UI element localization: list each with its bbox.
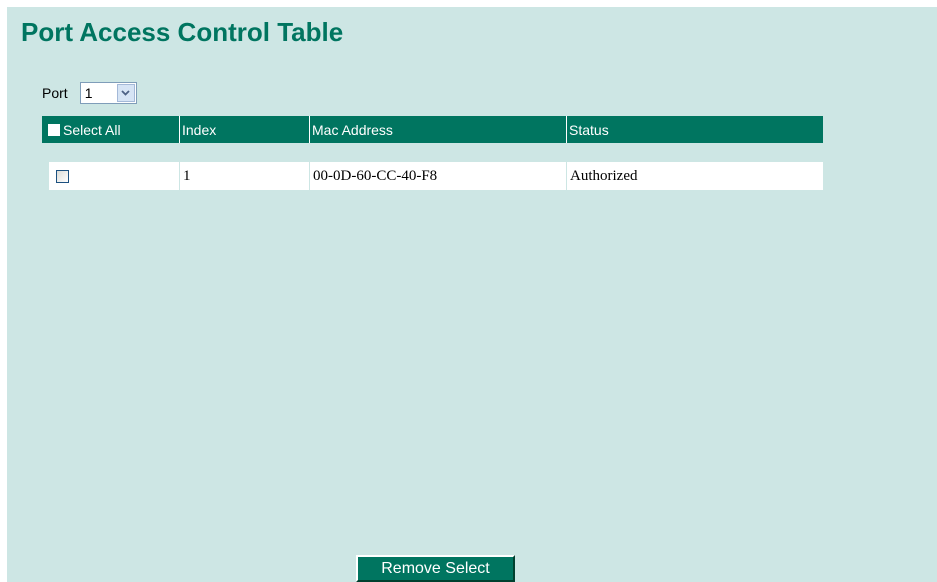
page-title: Port Access Control Table [21,17,344,47]
content-panel: Port Access Control Table [7,7,937,582]
table-header: Select All Index Mac Address Status [42,116,823,143]
row-select-cell [49,162,179,190]
status-cell: Authorized [566,162,823,190]
select-all-header[interactable]: Select All [42,116,179,143]
index-cell: 1 [179,162,309,190]
port-label: Port [42,85,68,101]
port-select-value: 1 [84,85,93,101]
port-selector-row: Port 1 [42,82,137,104]
select-all-checkbox[interactable] [48,123,60,136]
remove-select-button[interactable]: Remove Select [356,555,515,582]
mac-address-cell: 00-0D-60-CC-40-F8 [309,162,566,190]
table-row: 1 00-0D-60-CC-40-F8 Authorized [49,162,823,190]
mac-address-header: Mac Address [309,116,566,143]
index-header: Index [179,116,309,143]
status-header: Status [566,116,823,143]
row-checkbox[interactable] [56,169,69,183]
select-all-label: Select All [63,121,121,138]
chevron-down-icon[interactable] [116,84,135,102]
port-select[interactable]: 1 [79,82,137,104]
